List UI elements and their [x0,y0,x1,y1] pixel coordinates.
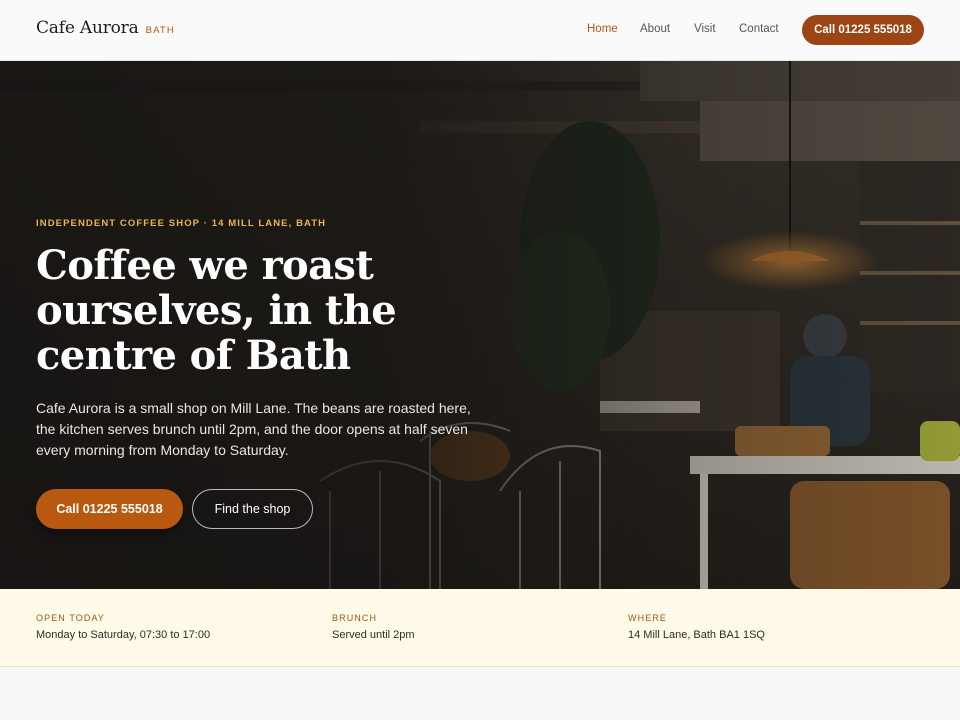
hero-headline: Coffee we roast ourselves, in the centre… [36,242,397,379]
info-label: OPEN TODAY [36,613,106,623]
info-label: WHERE [628,613,667,623]
nav-link-visit[interactable]: Visit [694,23,716,35]
call-button[interactable]: Call 01225 555018 [36,489,183,529]
next-section [0,668,960,720]
info-value: Served until 2pm [332,629,415,641]
nav-link-home[interactable]: Home [587,23,618,35]
info-address: WHERE 14 Mill Lane, Bath BA1 1SQ [628,613,765,641]
site-header: Cafe Aurora BATH Home About Visit Contac… [0,0,960,61]
info-brunch: BRUNCH Served until 2pm [332,613,415,641]
info-value: 14 Mill Lane, Bath BA1 1SQ [628,629,765,641]
brand-logo[interactable]: Cafe Aurora BATH [36,18,175,38]
info-strip: OPEN TODAY Monday to Saturday, 07:30 to … [0,589,960,667]
info-label: BRUNCH [332,613,378,623]
nav-link-contact[interactable]: Contact [739,23,779,35]
info-value: Monday to Saturday, 07:30 to 17:00 [36,629,211,641]
info-opening-hours: OPEN TODAY Monday to Saturday, 07:30 to … [36,613,210,641]
hero-description: Cafe Aurora is a small shop on Mill Lane… [36,400,471,458]
brand-name: Cafe Aurora [36,18,139,38]
nav-call-button[interactable]: Call 01225 555018 [802,15,924,45]
hero-eyebrow: INDEPENDENT COFFEE SHOP · 14 MILL LANE, … [36,218,327,229]
find-shop-button[interactable]: Find the shop [192,489,313,529]
nav-link-about[interactable]: About [640,23,670,35]
brand-city: BATH [145,25,175,36]
hero-section: INDEPENDENT COFFEE SHOP · 14 MILL LANE, … [0,61,960,589]
